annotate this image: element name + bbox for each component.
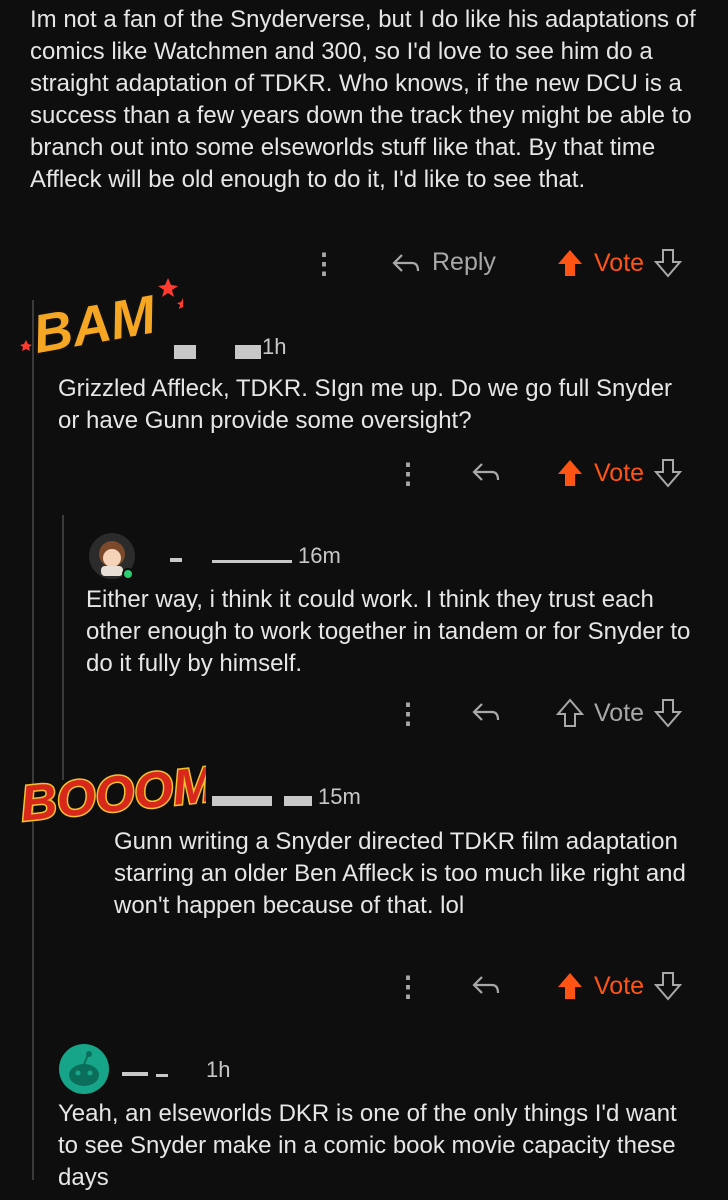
- redacted-username: [284, 796, 312, 806]
- reply-arrow-icon: [470, 698, 502, 726]
- thread-line-level2: [62, 515, 64, 780]
- comment-timestamp: 15m: [318, 784, 361, 809]
- redacted-username: [212, 560, 292, 563]
- booom-sticker: BOOOM: [16, 752, 220, 833]
- comment-timestamp: 1h: [262, 334, 287, 359]
- vote-label: Vote: [594, 698, 645, 727]
- comment-timestamp: 1h: [206, 1057, 231, 1082]
- more-options-icon[interactable]: ⋮: [394, 973, 422, 1001]
- avatar[interactable]: [58, 1043, 110, 1095]
- upvote-outline-icon[interactable]: [556, 698, 584, 728]
- reply-arrow-icon: [470, 971, 502, 999]
- reply-button[interactable]: [470, 458, 502, 486]
- comment-body: Gunn writing a Snyder directed TDKR film…: [114, 828, 686, 919]
- reply-button[interactable]: [470, 971, 502, 999]
- bam-sticker: BAM: [18, 270, 189, 370]
- vote-control[interactable]: Vote: [556, 971, 683, 1001]
- reply-arrow-icon: [470, 458, 502, 486]
- comment-timestamp: 16m: [298, 543, 341, 568]
- comment-body: Yeah, an elseworlds DKR is one of the on…: [58, 1100, 677, 1191]
- reply-label: Reply: [432, 248, 496, 276]
- redacted-username: [170, 558, 182, 562]
- vote-label: Vote: [594, 248, 645, 277]
- vote-label: Vote: [594, 971, 645, 1000]
- reply-button[interactable]: Reply: [390, 248, 496, 277]
- reply-button[interactable]: [470, 698, 502, 726]
- reply-arrow-icon: [390, 249, 422, 277]
- vote-control[interactable]: Vote: [556, 458, 683, 488]
- vote-control[interactable]: Vote: [556, 248, 683, 278]
- thread-line-level1: [32, 300, 34, 1180]
- redacted-username: [174, 345, 196, 359]
- avatar[interactable]: [88, 532, 136, 580]
- more-options-icon[interactable]: ⋮: [394, 700, 422, 728]
- vote-control[interactable]: Vote: [556, 698, 683, 728]
- more-options-icon[interactable]: ⋮: [394, 460, 422, 488]
- redacted-username: [212, 796, 272, 806]
- redacted-username: [122, 1072, 148, 1076]
- comment-body: Grizzled Affleck, TDKR. SIgn me up. Do w…: [58, 375, 673, 434]
- svg-text:BAM: BAM: [28, 284, 161, 365]
- downvote-icon[interactable]: [654, 698, 683, 728]
- downvote-icon[interactable]: [654, 458, 683, 488]
- vote-label: Vote: [594, 458, 645, 487]
- upvote-filled-icon[interactable]: [556, 248, 584, 278]
- svg-text:BOOOM: BOOOM: [18, 756, 206, 832]
- redacted-username: [156, 1074, 168, 1077]
- upvote-filled-icon[interactable]: [556, 971, 584, 1001]
- redacted-username: [235, 345, 261, 359]
- downvote-icon[interactable]: [654, 971, 683, 1001]
- more-options-icon[interactable]: ⋮: [310, 250, 338, 278]
- comment-body: Either way, i think it could work. I thi…: [86, 586, 691, 677]
- downvote-icon[interactable]: [654, 248, 683, 278]
- top-comment-body: Im not a fan of the Snyderverse, but I d…: [30, 6, 696, 193]
- upvote-filled-icon[interactable]: [556, 458, 584, 488]
